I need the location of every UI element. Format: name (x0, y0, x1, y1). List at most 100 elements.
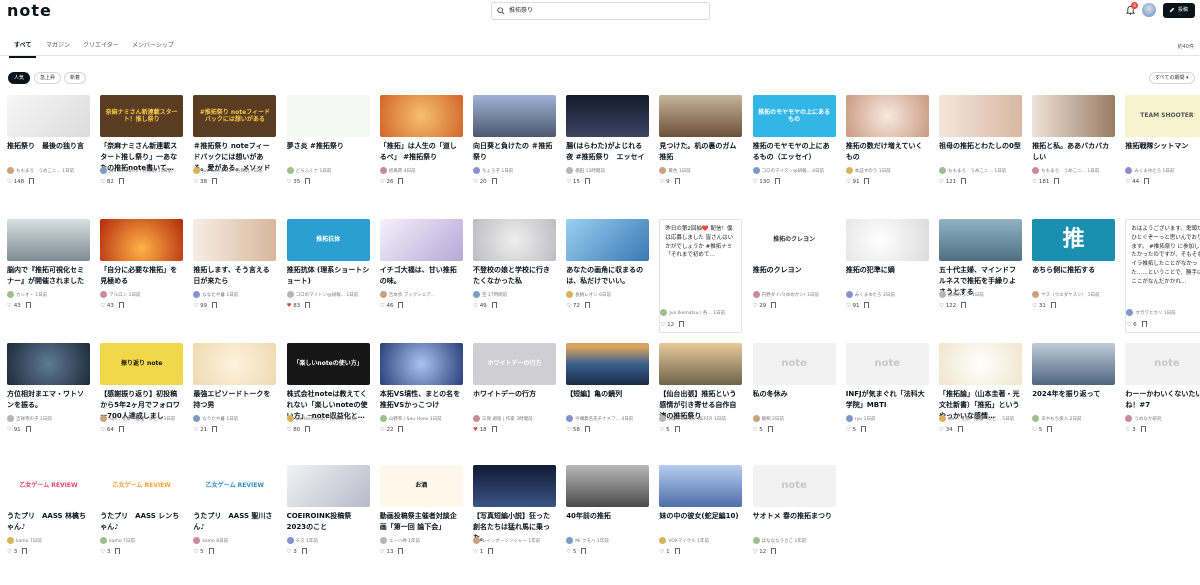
bookmark-icon[interactable] (767, 426, 773, 432)
bookmark-icon[interactable] (22, 548, 28, 554)
like-button[interactable]: ♡ 22 (380, 425, 394, 435)
bookmark-icon[interactable] (674, 548, 680, 554)
author-avatar[interactable] (1125, 415, 1133, 422)
article-author[interactable]: ももまろ うめこニ... 1日前 (7, 167, 90, 176)
article-author[interactable]: ももまろ うめこニ... 1日前 (1032, 167, 1115, 176)
like-button[interactable]: ♡ 130 (753, 177, 770, 187)
article-author[interactable]: カシオ・ 1日前 (7, 291, 90, 300)
article-author[interactable]: ryu 1日前 (845, 415, 929, 424)
bookmark-icon[interactable] (212, 302, 218, 308)
author-name[interactable]: 吉祥寺の子 (16, 417, 39, 422)
bookmark-icon[interactable] (115, 548, 121, 554)
article-card[interactable]: 乙女ゲーム REVIEW うたプリ AASS 聖川さん♪ kamo 8日前 ♡ 5 (193, 465, 277, 585)
author-name[interactable]: ももまろ うめこニ... (948, 169, 993, 174)
bookmark-icon[interactable] (301, 548, 307, 554)
article-card[interactable]: 「推拓論」（山本圭著・光文社新書）「推拓」というやっかいな感情… kon｜考察・推… (939, 343, 1022, 463)
article-thumbnail[interactable]: note (752, 343, 836, 385)
author-name[interactable]: アルロン (109, 293, 127, 298)
like-button[interactable]: ♡ 1 (473, 547, 483, 557)
article-author[interactable]: 内野ダイバ(ゆめかシ) 1日前 (752, 291, 836, 300)
author-avatar[interactable] (660, 309, 668, 316)
bookmark-icon[interactable] (1050, 302, 1056, 308)
author-avatar[interactable] (100, 537, 108, 544)
bookmark-icon[interactable] (957, 426, 963, 432)
like-button[interactable]: ♡ 26 (380, 177, 394, 187)
author-avatar[interactable] (286, 415, 294, 422)
like-button[interactable]: ♡ 99 (193, 301, 207, 311)
author-avatar[interactable] (379, 415, 387, 422)
like-button[interactable]: ♡ 6 (1126, 320, 1136, 330)
author-avatar[interactable] (939, 167, 946, 174)
article-card[interactable]: TEAM SHOOTER 推拓戦隊シットマン みくまゆたろ 1日前 ♡ 44 (1125, 95, 1200, 215)
like-button[interactable]: ♡ 3 (1125, 425, 1135, 435)
bookmark-icon[interactable] (674, 426, 680, 432)
like-button[interactable]: ♡ 15 (566, 177, 580, 187)
bookmark-icon[interactable] (1140, 426, 1146, 432)
article-thumbnail[interactable] (379, 343, 463, 385)
like-button[interactable]: ♡ 3 (100, 547, 110, 557)
author-avatar[interactable] (193, 415, 201, 422)
author-avatar[interactable] (193, 291, 201, 298)
author-avatar[interactable] (566, 537, 574, 544)
author-avatar[interactable] (752, 291, 760, 298)
author-avatar[interactable] (939, 291, 946, 298)
article-thumbnail[interactable]: 振り返り note (100, 343, 184, 385)
bookmark-icon[interactable] (491, 302, 497, 308)
author-name[interactable]: VOXマイケル (668, 539, 695, 544)
article-card[interactable]: 【仙台出張】推拓という感情が引き寄せる自作自演の推拓祭り Light Center… (659, 343, 743, 463)
article-card[interactable]: 2024年を振り返って あやもち楽人 2日前 ♡ 5 (1032, 343, 1116, 463)
author-name[interactable]: kamo (16, 539, 28, 544)
article-card[interactable]: あなたの画角に収まるのは、私だけでいい。 長柄レオン 6日前 ♡ 72 (566, 219, 650, 339)
article-author[interactable]: 空 17時間前 (473, 291, 556, 300)
article-card[interactable]: 祖母の推拓とわたしの0型 ももまろ うめこニ... 1日前 ♡ 121 (939, 95, 1022, 215)
author-avatar[interactable] (1032, 167, 1040, 174)
like-button[interactable]: ♡ 5 (846, 425, 856, 435)
article-thumbnail[interactable] (473, 219, 556, 261)
article-card[interactable]: 「推拓」は人生の「道しるべ」 #推拓祭り 初風荷 4日前 ♡ 26 (379, 95, 463, 215)
author-avatar[interactable] (100, 291, 108, 298)
article-thumbnail[interactable] (7, 219, 90, 261)
author-name[interactable]: kamo (109, 539, 121, 544)
article-author[interactable]: 山野率 / Sou Hono 1日前 (379, 415, 463, 424)
sort-rising[interactable]: 急上昇 (34, 72, 62, 84)
like-button[interactable]: ♡ 91 (846, 177, 860, 187)
bookmark-icon[interactable] (398, 302, 404, 308)
article-thumbnail[interactable] (193, 343, 277, 385)
article-card[interactable]: 推拓の犯準に嫡 みくまゆたろ 2日前 ♡ 91 (845, 219, 929, 339)
article-author[interactable]: Jun Ikematsu / 各... 1日前 (660, 309, 743, 318)
author-name[interactable]: kamo (202, 539, 214, 544)
like-button[interactable]: ♡ 72 (566, 301, 580, 311)
article-author[interactable]: あやもち楽人 2日前 (1032, 415, 1115, 424)
article-thumbnail[interactable] (473, 465, 556, 507)
article-thumbnail[interactable] (659, 343, 743, 385)
bookmark-icon[interactable] (212, 426, 218, 432)
author-avatar[interactable] (473, 415, 480, 422)
article-thumbnail[interactable] (566, 465, 650, 507)
article-author[interactable]: 今禰無名氏チナメフ... 4日前 (566, 415, 649, 424)
article-card[interactable]: 「自分に必要な推拓」を見極める アルロン 1日前 ♡ 43 (100, 219, 184, 339)
author-avatar[interactable] (379, 291, 387, 298)
author-avatar[interactable] (473, 291, 480, 298)
like-button[interactable]: ♡ 3 (7, 547, 17, 557)
bookmark-icon[interactable] (581, 548, 587, 554)
article-author[interactable]: コロのマイスン@研報... 4日前 (752, 167, 836, 176)
bookmark-icon[interactable] (305, 178, 311, 184)
like-button[interactable]: ♡ 91 (7, 425, 21, 435)
article-author[interactable]: kamo 7日前 (7, 537, 90, 546)
article-author[interactable]: コロのマイトン@研報... 1日前 (286, 291, 370, 300)
author-avatar[interactable] (845, 291, 853, 298)
author-name[interactable]: コロのマイトン@研報... (296, 293, 345, 298)
article-thumbnail[interactable] (1032, 95, 1116, 137)
article-card[interactable]: イチゴ大福は、甘い推拓の味。 吉本歩 ブックシェア... ♡ 46 (379, 219, 463, 339)
author-name[interactable]: Jun Ikematsu / 各... (669, 311, 711, 316)
article-card[interactable]: 推拓のクレヨン 推拓のクレヨン 内野ダイバ(ゆめかシ) 1日前 ♡ 29 (752, 219, 836, 339)
article-card[interactable]: お酒 動画投稿祭主催者対談企画「第一回 論下会」 ユーハ神 1年前 ♡ 13 (379, 465, 463, 585)
article-author[interactable]: Mr.クモハ 1年前 (566, 537, 649, 546)
article-thumbnail[interactable]: note (1125, 343, 1200, 385)
article-card[interactable]: 見つけた。机の裏のガム推拓 黄色 1日前 ♡ 9 (659, 95, 743, 215)
article-thumbnail[interactable]: 推拓のモヤモヤの上にあるもの (752, 95, 836, 137)
author-avatar[interactable] (100, 167, 108, 174)
bookmark-icon[interactable] (679, 321, 685, 327)
author-name[interactable]: Jun Ikematsu / 各和則 (202, 169, 249, 174)
author-avatar[interactable] (939, 415, 946, 422)
